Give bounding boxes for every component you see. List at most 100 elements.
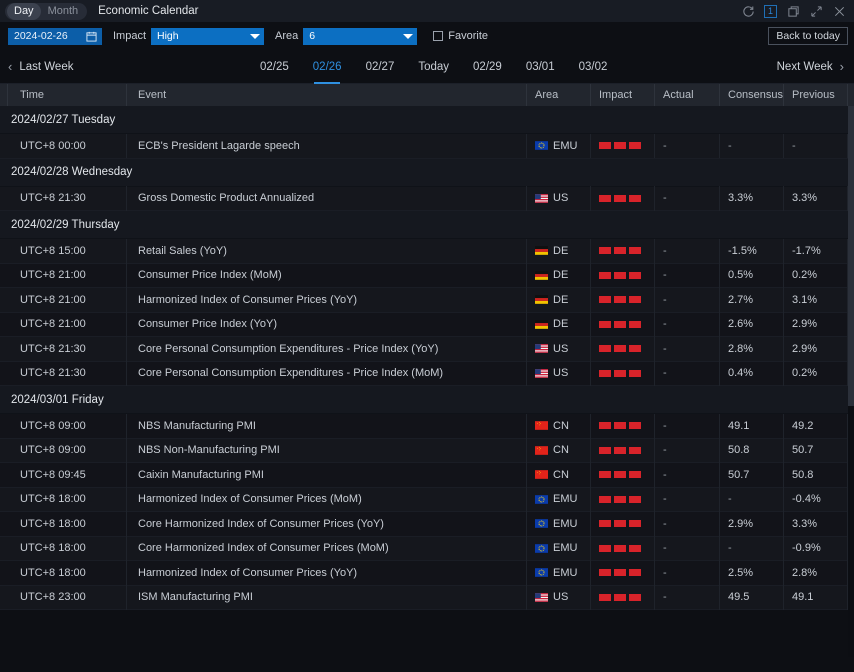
bookmark-cell[interactable] xyxy=(0,337,8,362)
impact-bar xyxy=(614,142,626,149)
favorite-checkbox[interactable]: Favorite xyxy=(433,30,488,42)
cell-time: UTC+8 21:00 xyxy=(8,288,127,313)
flag-de-icon xyxy=(535,271,548,280)
table-row[interactable]: UTC+8 23:00ISM Manufacturing PMIUS-49.54… xyxy=(0,586,854,611)
cell-actual: - xyxy=(655,438,720,463)
day-tab-5[interactable]: 03/01 xyxy=(514,50,567,84)
table-row[interactable]: UTC+8 21:00Consumer Price Index (YoY)DE-… xyxy=(0,313,854,338)
cell-impact xyxy=(591,263,655,288)
impact-bar xyxy=(614,569,626,576)
col-consensus: Consensus xyxy=(720,84,784,106)
cell-impact xyxy=(591,134,655,159)
bookmark-cell[interactable] xyxy=(0,186,8,211)
last-week-button[interactable]: ‹ Last Week xyxy=(8,60,73,73)
cell-time: UTC+8 09:45 xyxy=(8,463,127,488)
table-row[interactable]: UTC+8 18:00Harmonized Index of Consumer … xyxy=(0,561,854,586)
scrollbar-thumb[interactable] xyxy=(848,106,854,406)
refresh-icon[interactable] xyxy=(741,4,755,18)
table-row[interactable]: UTC+8 18:00Core Harmonized Index of Cons… xyxy=(0,537,854,562)
bookmark-cell[interactable] xyxy=(0,463,8,488)
flag-emu-icon xyxy=(535,568,548,577)
cell-consensus: 3.3% xyxy=(720,186,784,211)
impact-bar xyxy=(599,471,611,478)
table-row[interactable]: UTC+8 21:30Gross Domestic Product Annual… xyxy=(0,187,854,212)
table-row[interactable]: UTC+8 09:00NBS Non-Manufacturing PMICN-5… xyxy=(0,439,854,464)
cell-previous: 50.8 xyxy=(784,463,848,488)
bookmark-cell[interactable] xyxy=(0,263,8,288)
restore-icon[interactable] xyxy=(786,4,800,18)
table-row[interactable]: UTC+8 21:30Core Personal Consumption Exp… xyxy=(0,362,854,387)
day-tab-0[interactable]: 02/25 xyxy=(248,50,301,84)
area-code: EMU xyxy=(553,140,577,152)
table-row[interactable]: UTC+8 18:00Harmonized Index of Consumer … xyxy=(0,488,854,513)
window-count-badge[interactable]: 1 xyxy=(764,5,777,18)
cell-previous: 3.3% xyxy=(784,186,848,211)
cell-consensus: -1.5% xyxy=(720,239,784,264)
cell-area: EMU xyxy=(527,512,591,537)
table-row[interactable]: UTC+8 00:00ECB's President Lagarde speec… xyxy=(0,134,854,159)
cell-area: US xyxy=(527,585,591,610)
cell-time: UTC+8 23:00 xyxy=(8,585,127,610)
table-row[interactable]: UTC+8 09:00NBS Manufacturing PMICN-49.14… xyxy=(0,414,854,439)
table-row[interactable]: UTC+8 21:00Harmonized Index of Consumer … xyxy=(0,288,854,313)
impact-bar xyxy=(629,447,641,454)
date-input[interactable]: 2024-02-26 xyxy=(8,28,102,45)
cell-consensus: 2.8% xyxy=(720,337,784,362)
cell-impact xyxy=(591,337,655,362)
cell-area: EMU xyxy=(527,536,591,561)
cell-consensus: 2.5% xyxy=(720,561,784,586)
day-tab-6[interactable]: 03/02 xyxy=(567,50,620,84)
impact-bar xyxy=(614,296,626,303)
cell-previous: 2.9% xyxy=(784,312,848,337)
bookmark-cell[interactable] xyxy=(0,487,8,512)
impact-select[interactable]: High xyxy=(151,28,264,45)
tab-month[interactable]: Month xyxy=(41,3,86,20)
bookmark-cell[interactable] xyxy=(0,288,8,313)
table-row[interactable]: UTC+8 09:45Caixin Manufacturing PMICN-50… xyxy=(0,463,854,488)
bookmark-cell[interactable] xyxy=(0,561,8,586)
cell-impact xyxy=(591,561,655,586)
table-row[interactable]: UTC+8 15:00Retail Sales (YoY)DE--1.5%-1.… xyxy=(0,239,854,264)
impact-bar xyxy=(629,569,641,576)
bookmark-cell[interactable] xyxy=(0,361,8,386)
table-row[interactable]: UTC+8 18:00Core Harmonized Index of Cons… xyxy=(0,512,854,537)
bookmark-cell[interactable] xyxy=(0,438,8,463)
day-group-header: 2024/03/01 Friday xyxy=(0,386,854,414)
impact-bar xyxy=(599,370,611,377)
close-icon[interactable] xyxy=(832,4,846,18)
cell-previous: 49.1 xyxy=(784,585,848,610)
bookmark-cell[interactable] xyxy=(0,134,8,159)
area-value: 6 xyxy=(309,30,315,42)
day-tab-2[interactable]: 02/27 xyxy=(354,50,407,84)
impact-bar xyxy=(599,422,611,429)
vertical-scrollbar[interactable] xyxy=(848,106,854,657)
bookmark-cell[interactable] xyxy=(0,585,8,610)
expand-icon[interactable] xyxy=(809,4,823,18)
impact-bar xyxy=(599,272,611,279)
bookmark-cell[interactable] xyxy=(0,414,8,439)
day-tab-today[interactable]: Today xyxy=(406,50,461,84)
day-tab-4[interactable]: 02/29 xyxy=(461,50,514,84)
table-header: Time Event Area Impact Actual Consensus … xyxy=(0,84,854,106)
area-select[interactable]: 6 xyxy=(303,28,417,45)
cell-actual: - xyxy=(655,337,720,362)
day-tab-1[interactable]: 02/26 xyxy=(301,50,354,84)
cell-time: UTC+8 21:00 xyxy=(8,263,127,288)
bookmark-cell[interactable] xyxy=(0,312,8,337)
table-row[interactable]: UTC+8 21:00Consumer Price Index (MoM)DE-… xyxy=(0,264,854,289)
bookmark-cell[interactable] xyxy=(0,512,8,537)
back-to-today-button[interactable]: Back to today xyxy=(768,27,848,45)
table-row[interactable]: UTC+8 21:30Core Personal Consumption Exp… xyxy=(0,337,854,362)
cell-event: Retail Sales (YoY) xyxy=(127,239,527,264)
bookmark-cell[interactable] xyxy=(0,239,8,264)
impact-bar xyxy=(614,471,626,478)
cell-previous: -1.7% xyxy=(784,239,848,264)
view-mode-switch[interactable]: Day Month xyxy=(5,3,87,20)
bookmark-cell[interactable] xyxy=(0,536,8,561)
cell-actual: - xyxy=(655,585,720,610)
next-week-button[interactable]: Next Week › xyxy=(777,60,844,73)
area-code: CN xyxy=(553,469,569,481)
tab-day[interactable]: Day xyxy=(7,3,41,20)
cell-event: Consumer Price Index (YoY) xyxy=(127,312,527,337)
impact-bar xyxy=(629,195,641,202)
